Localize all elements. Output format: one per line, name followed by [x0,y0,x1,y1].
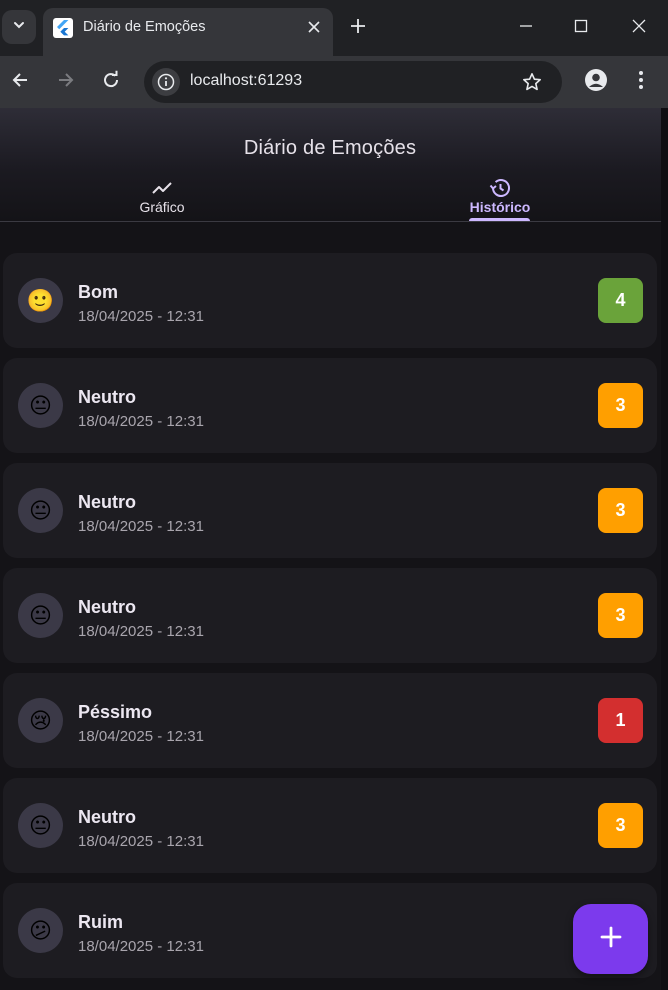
arrow-left-icon [10,70,30,95]
more-vertical-icon [638,70,644,95]
list-item[interactable]: 😐 Neutro 18/04/2025 - 12:31 3 [3,358,657,453]
reload-icon [101,70,121,95]
entry-date: 18/04/2025 - 12:31 [78,518,204,535]
list-item[interactable]: 😐 Neutro 18/04/2025 - 12:31 3 [3,568,657,663]
tab-search-button[interactable] [2,10,36,44]
entry-date: 18/04/2025 - 12:31 [78,728,204,745]
history-icon [488,176,512,200]
new-tab-button[interactable] [346,16,370,40]
browser-menu-button[interactable] [627,68,655,96]
close-icon [632,19,646,38]
close-window-button[interactable] [625,14,653,42]
mood-label: Neutro [78,492,136,512]
list-item[interactable]: 🙂 Bom 18/04/2025 - 12:31 4 [3,253,657,348]
list-item[interactable]: 😐 Neutro 18/04/2025 - 12:31 3 [3,463,657,558]
back-button[interactable] [6,68,34,96]
forward-button[interactable] [52,68,80,96]
emoji-avatar: 😐 [18,803,63,848]
arrow-right-icon [56,70,76,95]
emoji-avatar: 😐 [18,488,63,533]
plus-icon [350,18,366,39]
chevron-down-icon [12,18,26,37]
entry-date: 18/04/2025 - 12:31 [78,413,204,430]
score-badge: 3 [598,803,643,848]
list-item[interactable]: 😐 Neutro 18/04/2025 - 12:31 3 [3,778,657,873]
profile-button[interactable] [582,68,610,96]
app-viewport: Diário de Emoções Gráfico Histórico 🙂 Bo… [0,108,668,990]
active-tab-indicator [469,218,530,221]
address-bar[interactable]: localhost:61293 [144,61,562,103]
score-badge: 3 [598,383,643,428]
entry-date: 18/04/2025 - 12:31 [78,308,204,325]
tab-label: Gráfico [139,199,185,215]
maximize-button[interactable] [567,14,595,42]
browser-tab[interactable]: Diário de Emoções [43,8,333,56]
browser-tabstrip: Diário de Emoções [0,0,668,56]
mood-label: Péssimo [78,702,153,722]
site-info-icon[interactable] [152,68,180,96]
close-tab-icon[interactable] [303,16,325,38]
emoji-avatar: 🙂 [18,278,63,323]
tab-historico[interactable]: Histórico [440,172,560,222]
minimize-button[interactable] [512,14,540,42]
reload-button[interactable] [97,68,125,96]
mood-label: Neutro [78,597,136,617]
flutter-favicon-icon [53,18,73,38]
mood-label: Bom [78,282,118,302]
tab-grafico[interactable]: Gráfico [102,172,222,222]
url-text: localhost:61293 [190,72,303,89]
emoji-avatar: 😐 [18,593,63,638]
entry-date: 18/04/2025 - 12:31 [78,833,204,850]
app-bar: Diário de Emoções Gráfico Histórico [0,108,668,222]
list-item[interactable]: 😢 Péssimo 18/04/2025 - 12:31 1 [3,673,657,768]
emoji-avatar: 😢 [18,698,63,743]
plus-icon [600,926,622,953]
score-badge: 4 [598,278,643,323]
emoji-avatar: 😐 [18,383,63,428]
tab-title: Diário de Emoções [83,19,206,35]
minimize-icon [519,19,533,38]
entry-date: 18/04/2025 - 12:31 [78,938,204,955]
add-entry-button[interactable] [573,904,648,974]
trending-up-icon [150,176,174,200]
score-badge: 3 [598,488,643,533]
mood-label: Neutro [78,387,136,407]
emoji-avatar: 😕 [18,908,63,953]
profile-avatar-icon [584,68,608,97]
score-badge: 3 [598,593,643,638]
bookmark-star-icon[interactable] [520,70,544,94]
entry-date: 18/04/2025 - 12:31 [78,623,204,640]
list-item[interactable]: 😕 Ruim 18/04/2025 - 12:31 2 [3,883,657,978]
tab-label: Histórico [469,199,531,215]
mood-label: Neutro [78,807,136,827]
scrollbar[interactable] [661,108,668,990]
mood-label: Ruim [78,912,123,932]
score-badge: 1 [598,698,643,743]
page-title: Diário de Emoções [243,137,417,159]
maximize-icon [574,19,588,38]
browser-toolbar: localhost:61293 [0,56,668,108]
